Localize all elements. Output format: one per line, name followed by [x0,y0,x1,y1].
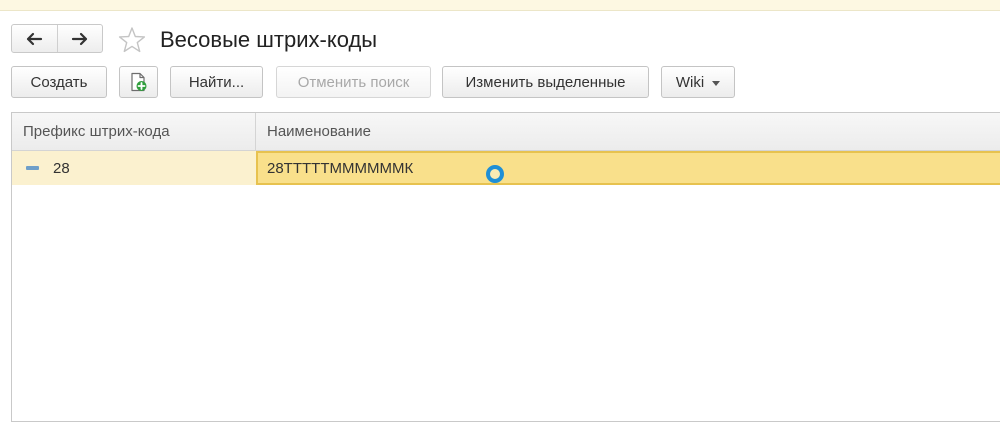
cell-prefix[interactable]: 28 [12,151,256,185]
chevron-down-icon [712,80,721,86]
edit-selected-button[interactable]: Изменить выделенные [442,66,649,98]
forward-button[interactable] [56,25,103,52]
navigation-buttons [11,24,103,53]
cell-name[interactable]: 28ТТТТТММММММК [256,151,1000,185]
column-header-name[interactable]: Наименование [256,113,1000,150]
table-header: Префикс штрих-кода Наименование [12,113,1000,151]
arrow-right-icon [71,32,87,45]
cell-prefix-value: 28 [53,159,70,177]
page-title: Весовые штрих-коды [160,27,378,52]
star-icon [118,27,146,53]
wiki-button-label: Wiki [675,73,705,91]
row-element-icon [26,166,39,170]
copy-button[interactable] [119,66,158,98]
create-button-label: Создать [30,73,88,91]
cancel-search-button[interactable]: Отменить поиск [276,66,431,98]
favorite-button[interactable] [118,26,146,54]
cell-name-value: 28ТТТТТММММММК [267,159,414,177]
cancel-search-button-label: Отменить поиск [297,73,410,91]
window-top-strip [0,0,1000,11]
find-button-label: Найти... [188,73,245,91]
create-button[interactable]: Создать [11,66,107,98]
column-header-prefix[interactable]: Префикс штрих-кода [12,113,256,150]
find-button[interactable]: Найти... [170,66,263,98]
back-button[interactable] [12,25,57,52]
wiki-dropdown-button[interactable]: Wiki [661,66,735,98]
arrow-left-icon [27,32,43,45]
table-row[interactable]: 28 28ТТТТТММММММК [12,151,1000,185]
edit-selected-button-label: Изменить выделенные [465,73,626,91]
barcode-table[interactable]: Префикс штрих-кода Наименование 28 28ТТТ… [11,112,1000,422]
add-document-icon [130,72,146,92]
